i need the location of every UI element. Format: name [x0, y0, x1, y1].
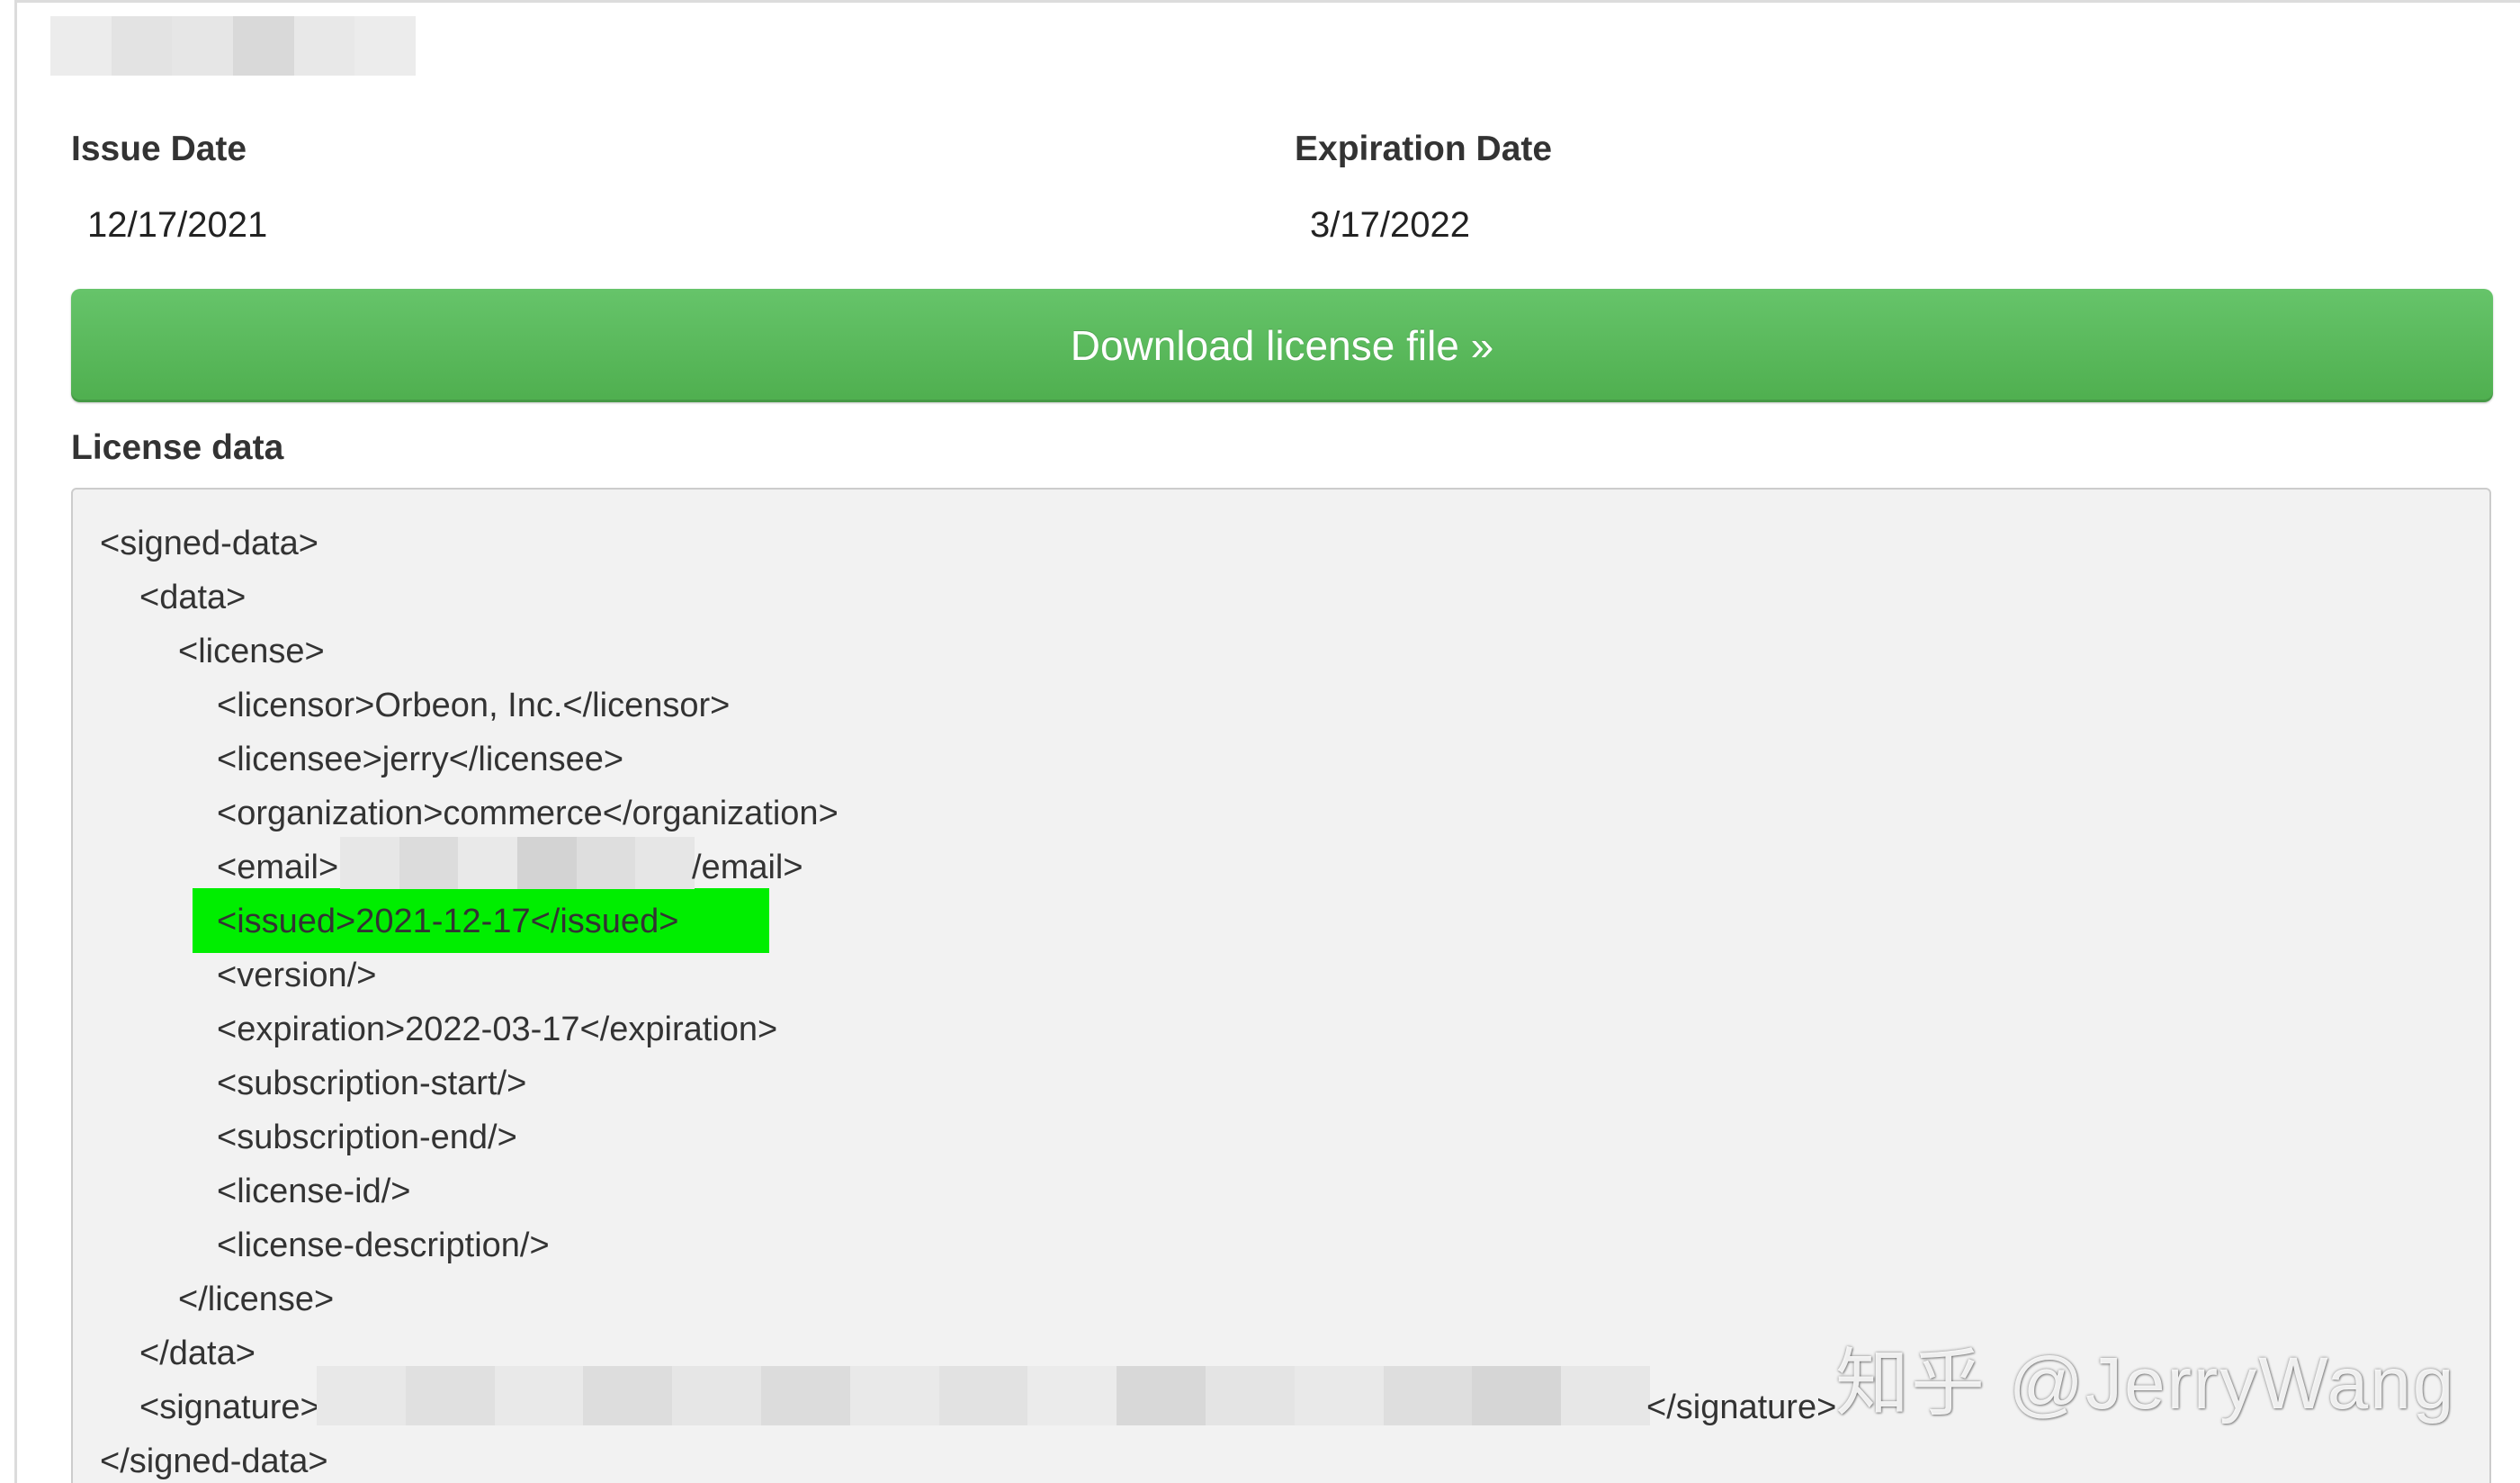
- code-line: <signed-data>: [100, 525, 318, 562]
- code-line: <subscription-start/>: [217, 1065, 527, 1102]
- top-border: [14, 0, 2520, 3]
- redacted-title: [50, 16, 417, 76]
- code-line: </signed-data>: [100, 1443, 328, 1480]
- left-border: [14, 0, 17, 1483]
- code-line: <subscription-end/>: [217, 1119, 517, 1156]
- code-line: <license>: [178, 633, 325, 670]
- code-line: <license-id/>: [217, 1173, 411, 1210]
- code-line: </signature>: [1646, 1389, 1837, 1426]
- expiration-date-value: 3/17/2022: [1310, 205, 1470, 245]
- code-line: <expiration>2022-03-17</expiration>: [217, 1011, 778, 1048]
- code-line: <email>: [217, 849, 339, 886]
- redacted-email: [340, 837, 695, 889]
- expiration-date-label: Expiration Date: [1295, 130, 1553, 168]
- download-license-button[interactable]: Download license file »: [71, 289, 2493, 402]
- license-page: Issue Date 12/17/2021 Expiration Date 3/…: [0, 0, 2520, 1483]
- code-line: <organization>commerce</organization>: [217, 795, 839, 832]
- code-line: <licensor>Orbeon, Inc.</licensor>: [217, 687, 731, 724]
- code-line: <licensee>jerry</licensee>: [217, 741, 624, 778]
- code-line: </data>: [139, 1335, 256, 1372]
- issue-date-value: 12/17/2021: [87, 205, 268, 245]
- redacted-signature: [317, 1366, 1650, 1425]
- issue-date-label: Issue Date: [71, 130, 247, 168]
- code-line: <signature>: [139, 1389, 320, 1426]
- code-line: <data>: [139, 579, 247, 616]
- code-line: /email>: [692, 849, 803, 886]
- code-line: <issued>2021-12-17</issued>: [217, 903, 679, 940]
- watermark-text: 知乎 @JerryWang: [1835, 1343, 2456, 1425]
- code-line: <license-description/>: [217, 1227, 550, 1264]
- code-line: </license>: [178, 1281, 335, 1318]
- code-line: <version/>: [217, 957, 377, 994]
- license-data-label: License data: [71, 428, 284, 467]
